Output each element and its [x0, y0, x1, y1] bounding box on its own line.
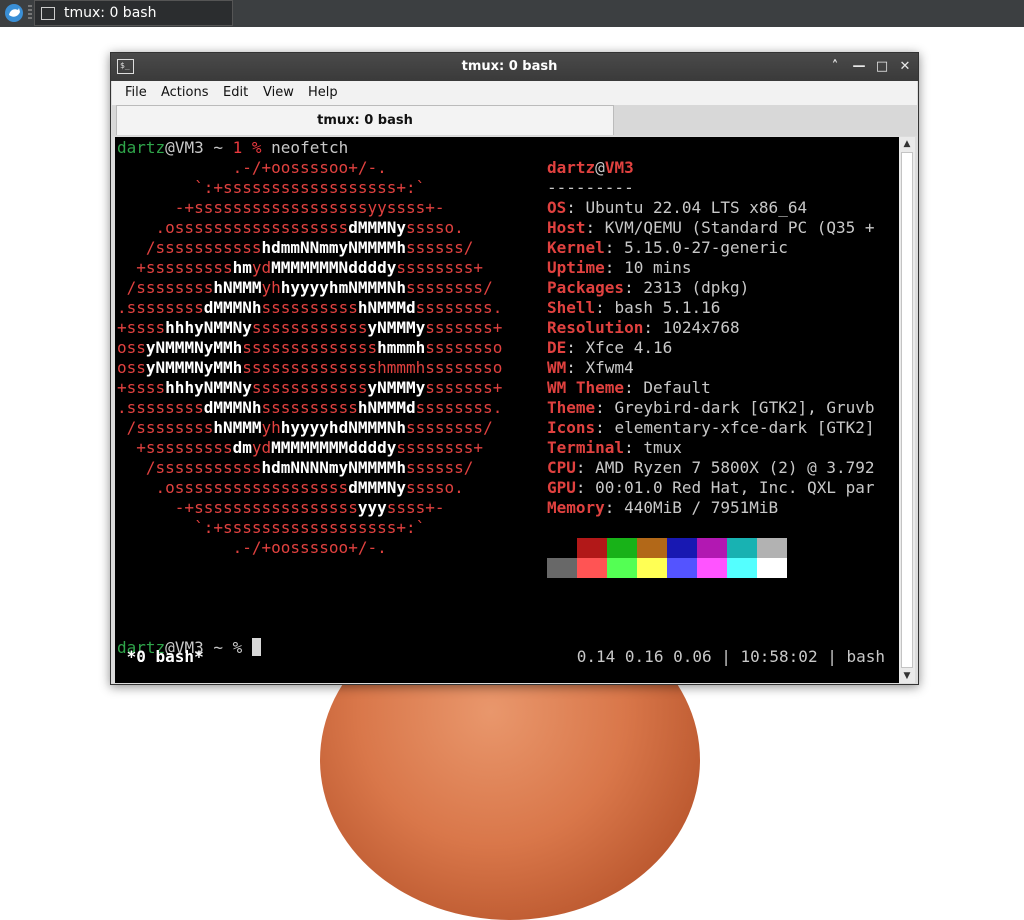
color-swatch: [547, 538, 577, 558]
logo-line: /ssssssssssshdmmNNmmyNMMMMhssssss/: [117, 238, 532, 257]
terminal-icon: [41, 7, 55, 20]
logo-line: +sssshhhyNMMNyssssssssssssyNMMMysssssss+: [117, 318, 541, 337]
color-swatch: [607, 538, 637, 558]
window-titlebar[interactable]: $_ tmux: 0 bash ˄ — □ ✕: [111, 53, 918, 81]
window-title: tmux: 0 bash: [461, 59, 558, 74]
color-swatch: [637, 558, 667, 578]
info-row: GPU: 00:01.0 Red Hat, Inc. QXL par: [547, 478, 875, 497]
info-row: Kernel: 5.15.0-27-generic: [547, 238, 788, 257]
terminal-output[interactable]: dartz@VM3 ~ 1 % neofetch .-/+oossssoo+/-…: [115, 137, 899, 683]
tmux-status-bar: *0 bash* 0.14 0.16 0.06 | 10:58:02 | bas…: [115, 647, 899, 667]
logo-line: .ossssssssssssssssssdMMMNysssso.: [117, 218, 532, 237]
info-row: Packages: 2313 (dpkg): [547, 278, 750, 297]
color-swatch: [667, 538, 697, 558]
logo-line: .ssssssssdMMMNhsssssssssshNMMMdssssssss.: [117, 298, 541, 317]
panel-separator: [28, 5, 32, 21]
color-swatch: [577, 558, 607, 578]
prompt-line: dartz@VM3 ~ 1 % neofetch: [117, 138, 349, 157]
color-swatch: [547, 558, 577, 578]
maximize-button[interactable]: □: [874, 59, 890, 75]
logo-line: /sssssssshNMMMyhhyyyyhdNMMMNhssssssss/: [117, 418, 532, 437]
color-swatch: [577, 538, 607, 558]
info-row: Resolution: 1024x768: [547, 318, 740, 337]
info-row: OS: Ubuntu 22.04 LTS x86_64: [547, 198, 808, 217]
info-row: WM: Xfwm4: [547, 358, 634, 377]
logo-line: +sssssssssdmydMMMMMMMMddddyssssssss+: [117, 438, 532, 457]
scroll-down-icon[interactable]: ▼: [899, 669, 915, 683]
color-swatch: [607, 558, 637, 578]
close-button[interactable]: ✕: [897, 59, 913, 75]
logo-line: `:+ssssssssssssssssss+:`: [117, 518, 532, 537]
info-row: Shell: bash 5.1.16: [547, 298, 721, 317]
scrollbar-thumb[interactable]: [901, 152, 913, 668]
info-row: WM Theme: Default: [547, 378, 711, 397]
logo-line: .ssssssssdMMMNhsssssssssshNMMMdssssssss.: [117, 398, 541, 417]
logo-line: ossyNMMMNyMMhsssssssssssssshmmmhssssssso: [117, 358, 541, 377]
tmux-status-right: 0.14 0.16 0.06 | 10:58:02 | bash: [576, 647, 885, 666]
taskbar-item-tmux[interactable]: tmux: 0 bash: [34, 0, 233, 26]
menu-file[interactable]: File: [125, 85, 147, 100]
info-row: Icons: elementary-xfce-dark [GTK2]: [547, 418, 875, 437]
menu-view[interactable]: View: [263, 85, 294, 100]
menu-edit[interactable]: Edit: [223, 85, 248, 100]
xfce-mouse-icon[interactable]: [4, 3, 24, 23]
scroll-up-icon[interactable]: ▲: [899, 137, 915, 151]
logo-line: `:+ssssssssssssssssss+:`: [117, 178, 532, 197]
info-row: DE: Xfce 4.16: [547, 338, 673, 357]
logo-line: .ossssssssssssssssssdMMMNysssso.: [117, 478, 532, 497]
terminal-window: $_ tmux: 0 bash ˄ — □ ✕ File Actions Edi…: [110, 52, 919, 685]
info-row: Terminal: tmux: [547, 438, 682, 457]
menu-actions[interactable]: Actions: [161, 85, 209, 100]
logo-line: +sssshhhyNMMNyssssssssssssyNMMMysssssss+: [117, 378, 541, 397]
terminal-scrollbar[interactable]: ▲ ▼: [899, 137, 915, 683]
color-swatch: [667, 558, 697, 578]
color-swatch: [727, 538, 757, 558]
color-swatch: [757, 538, 787, 558]
color-swatch: [637, 538, 667, 558]
logo-line: /sssssssshNMMMyhhyyyyhmNMMMNhssssssss/: [117, 278, 532, 297]
taskbar-item-label: tmux: 0 bash: [64, 5, 157, 21]
color-swatch: [757, 558, 787, 578]
color-swatch: [697, 558, 727, 578]
tab-tmux[interactable]: tmux: 0 bash: [116, 105, 614, 135]
info-row: Theme: Greybird-dark [GTK2], Gruvb: [547, 398, 875, 417]
top-panel: tmux: 0 bash: [0, 0, 1024, 27]
logo-line: .-/+oossssoo+/-.: [117, 538, 532, 557]
info-row: Uptime: 10 mins: [547, 258, 692, 277]
logo-line: /ssssssssssshdmNNNNmyNMMMMhssssss/: [117, 458, 532, 477]
logo-line: -+ssssssssssssssssssyyssss+-: [117, 198, 532, 217]
info-row: Host: KVM/QEMU (Standard PC (Q35 +: [547, 218, 875, 237]
info-row: CPU: AMD Ryzen 7 5800X (2) @ 3.792: [547, 458, 875, 477]
color-swatch: [697, 538, 727, 558]
tmux-window-label[interactable]: *0 bash*: [117, 647, 204, 667]
minimize-button[interactable]: —: [851, 59, 867, 75]
info-divider: ---------: [547, 178, 634, 197]
tab-bar: tmux: 0 bash: [112, 105, 917, 136]
logo-line: ossyNMMMNyMMhsssssssssssssshmmmhssssssso: [117, 338, 541, 357]
info-header: dartz@VM3: [547, 158, 634, 177]
menu-bar: File Actions Edit View Help: [112, 81, 917, 105]
color-swatch: [727, 558, 757, 578]
logo-line: +ssssssssshmydMMMMMMMNddddyssssssss+: [117, 258, 532, 277]
menu-help[interactable]: Help: [308, 85, 338, 100]
logo-line: .-/+oossssoo+/-.: [117, 158, 532, 177]
shade-button[interactable]: ˄: [827, 59, 843, 75]
info-row: Memory: 440MiB / 7951MiB: [547, 498, 779, 517]
logo-line: -+sssssssssssssssssyyyssss+-: [117, 498, 532, 517]
